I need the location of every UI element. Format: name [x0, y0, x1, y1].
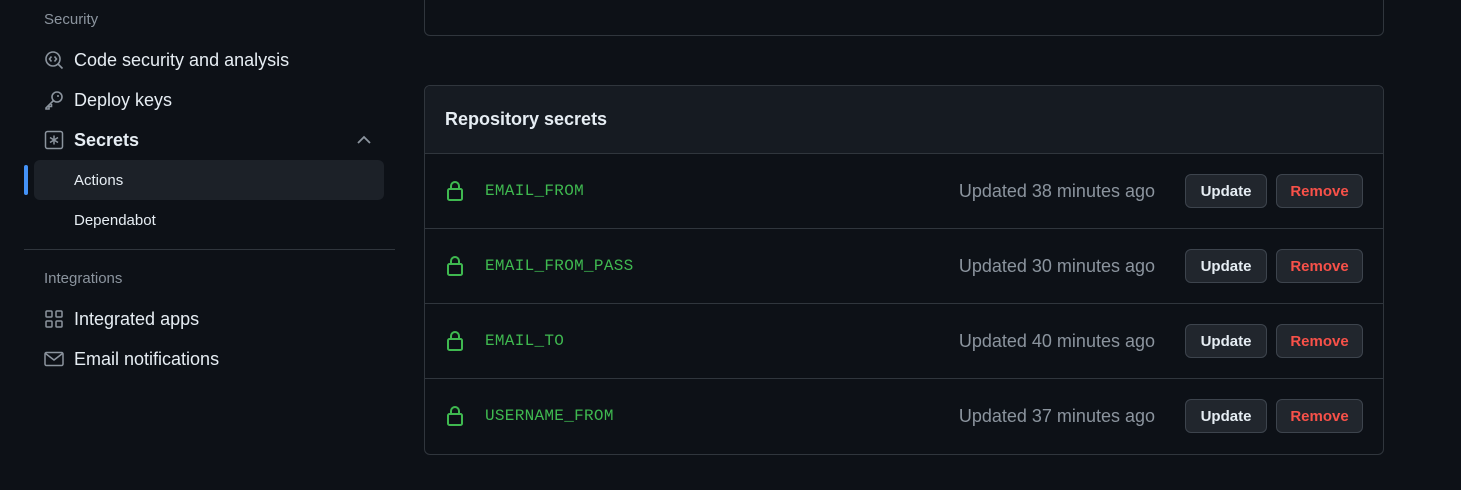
- updated-timestamp: Updated 38 minutes ago: [958, 180, 1155, 201]
- mail-icon: [44, 349, 64, 369]
- sidebar-item-label: Deploy keys: [74, 89, 173, 110]
- remove-button[interactable]: Remove: [1276, 324, 1363, 358]
- sidebar-subitem-label: Dependabot: [74, 211, 156, 229]
- sidebar-item-label: Secrets: [74, 129, 140, 150]
- settings-sidebar: Security Code security and analysis Depl…: [24, 0, 395, 379]
- sidebar-item-secrets[interactable]: Secrets: [24, 120, 395, 160]
- update-button[interactable]: Update: [1185, 174, 1267, 208]
- update-button[interactable]: Update: [1185, 399, 1267, 433]
- lock-icon: [447, 406, 463, 426]
- sidebar-item-deploy-keys[interactable]: Deploy keys: [24, 80, 395, 120]
- sidebar-subitem-label: Actions: [74, 171, 124, 189]
- remove-button[interactable]: Remove: [1276, 399, 1363, 433]
- remove-button[interactable]: Remove: [1276, 174, 1363, 208]
- remove-button[interactable]: Remove: [1276, 249, 1363, 283]
- updated-timestamp: Updated 30 minutes ago: [958, 255, 1155, 276]
- sidebar-item-integrated-apps[interactable]: Integrated apps: [24, 299, 395, 339]
- sidebar-item-email-notifications[interactable]: Email notifications: [24, 339, 395, 379]
- sidebar-item-label: Email notifications: [74, 348, 220, 369]
- updated-timestamp: Updated 37 minutes ago: [958, 405, 1155, 426]
- table-row: EMAIL_TO Updated 40 minutes ago Update R…: [425, 304, 1383, 379]
- sidebar-subitem-dependabot[interactable]: Dependabot: [34, 200, 384, 240]
- active-indicator: [24, 165, 28, 195]
- update-button[interactable]: Update: [1185, 249, 1267, 283]
- card-title: Repository secrets: [425, 86, 1383, 154]
- sidebar-item-code-security[interactable]: Code security and analysis: [24, 40, 395, 80]
- update-button[interactable]: Update: [1185, 324, 1267, 358]
- table-row: EMAIL_FROM Updated 38 minutes ago Update…: [425, 154, 1383, 229]
- sidebar-divider: [24, 249, 395, 250]
- asterisk-icon: [44, 130, 64, 150]
- key-icon: [44, 90, 64, 110]
- previous-card: [424, 0, 1384, 36]
- codescan-icon: [44, 50, 64, 70]
- lock-icon: [447, 181, 463, 201]
- security-heading: Security: [44, 11, 99, 28]
- updated-timestamp: Updated 40 minutes ago: [958, 330, 1155, 351]
- sidebar-item-label: Integrated apps: [74, 308, 200, 329]
- secret-name: EMAIL_FROM: [485, 182, 585, 200]
- secret-name: EMAIL_TO: [485, 332, 565, 350]
- sidebar-item-label: Code security and analysis: [74, 49, 290, 70]
- table-row: EMAIL_FROM_PASS Updated 30 minutes ago U…: [425, 229, 1383, 304]
- lock-icon: [447, 331, 463, 351]
- lock-icon: [447, 256, 463, 276]
- sidebar-subitem-actions[interactable]: Actions: [24, 160, 384, 200]
- repository-secrets-card: Repository secrets EMAIL_FROM Updated 38…: [424, 85, 1384, 455]
- chevron-up-icon[interactable]: [355, 131, 373, 149]
- apps-icon: [44, 309, 64, 329]
- secret-name: EMAIL_FROM_PASS: [485, 257, 634, 275]
- integrations-heading: Integrations: [44, 270, 123, 287]
- table-row: USERNAME_FROM Updated 37 minutes ago Upd…: [425, 379, 1383, 453]
- secret-name: USERNAME_FROM: [485, 407, 614, 425]
